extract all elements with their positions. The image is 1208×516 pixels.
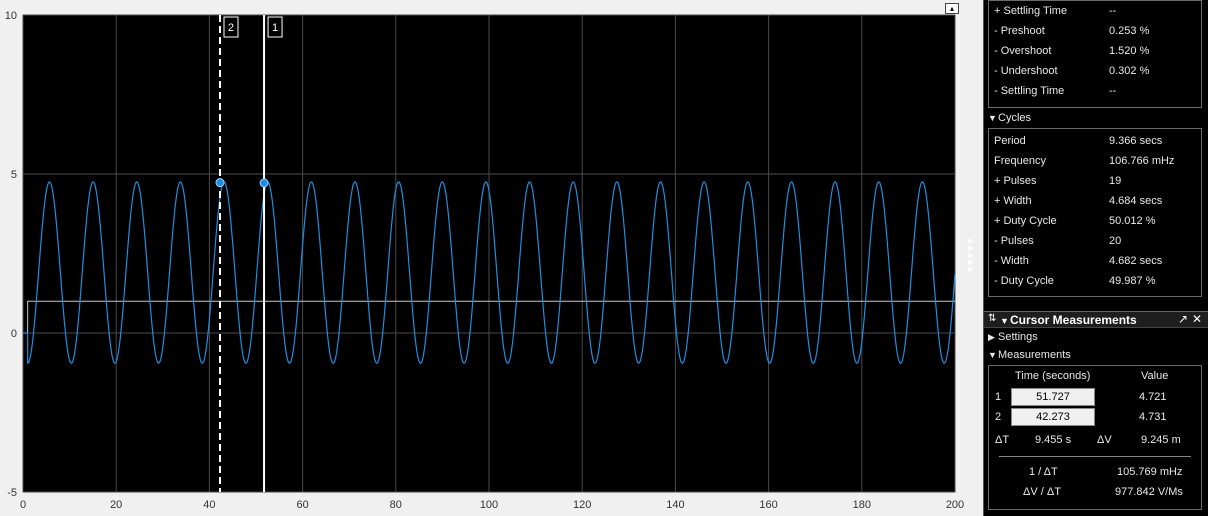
chevron-down-icon: ▼ [988,113,997,123]
measurements-panel: + Settling Time -- - Preshoot 0.253 % - Ov… [983,0,1208,516]
arrow-icon: ▶ [968,266,974,273]
dv-dt-value: 977.842 V/Ms [1115,486,1183,498]
cursor-row: 2 4.731 [989,407,1201,427]
inverse-delta-t-value: 105.769 mHz [1117,466,1183,478]
cursor-2-time-input[interactable] [1011,408,1095,426]
transitions-row: - Undershoot 0.302 % [994,65,1150,77]
chevron-right-icon: ▶ [988,332,995,342]
cursor-2-tag: 2 [228,22,234,34]
x-tick-label: 200 [946,499,964,511]
y-tick-label: -5 [7,487,17,499]
cursor-1-marker[interactable] [259,178,269,188]
scope-display: 12 0 20 40 60 80 100 120 140 160 180 200 10 5 0 -5 ▴ ▶… [0,0,983,516]
arrow-icon: ▶ [968,259,974,266]
cursor-index: 2 [995,411,1002,423]
dv-dt-label: ΔV / ΔT [1023,486,1061,498]
cycles-row: - Width 4.682 secs [994,255,1163,267]
cursor-1-tag: 1 [272,22,278,34]
y-tick-label: 5 [11,169,17,181]
pin-icon[interactable]: ⇅ [988,313,996,324]
cursor-2-marker[interactable] [215,178,225,188]
chevron-down-icon: ▼ [988,350,997,360]
dv-dt-row: ΔV / ΔT 977.842 V/Ms [989,482,1201,502]
undock-plot-button[interactable]: ▴ [945,3,959,14]
x-tick-label: 40 [203,499,215,511]
cursor-index: 1 [995,391,1002,403]
delta-t-label: ΔT [995,434,1010,446]
cycles-row: Frequency 106.766 mHz [994,155,1175,167]
transitions-row: - Overshoot 1.520 % [994,45,1150,57]
x-tick-label: 120 [573,499,591,511]
cursor-value: 4.731 [1139,411,1167,423]
cycles-row: + Duty Cycle 50.012 % [994,215,1156,227]
y-tick-label: 0 [11,328,17,340]
delta-row: ΔT 9.455 s ΔV 9.245 m [989,430,1201,450]
delta-v-label: ΔV [1097,434,1112,446]
cycles-section-header[interactable]: ▼Cycles [988,109,1031,127]
arrow-icon: ▶ [968,245,974,252]
undock-icon[interactable]: ↗ [1178,312,1188,326]
close-icon[interactable]: ✕ [1192,312,1202,326]
x-tick-label: 100 [480,499,498,511]
x-tick-label: 0 [20,499,26,511]
cursor-measurements-title[interactable]: ▼Cursor Measurements [1000,313,1137,327]
transitions-row: - Settling Time -- [994,85,1117,97]
divider [999,456,1191,457]
arrow-icon: ▶ [968,252,974,259]
cursor-row: 1 4.721 [989,387,1201,407]
measurements-section-header[interactable]: ▼Measurements [988,346,1071,364]
inverse-delta-t-label: 1 / ΔT [1029,466,1058,478]
transitions-row: - Preshoot 0.253 % [994,25,1150,37]
time-column-header: Time (seconds) [1015,370,1091,382]
cursor-measurements-box: Time (seconds) Value 1 4.721 2 4.731 ΔT … [988,365,1202,510]
delta-v-value: 9.245 m [1141,434,1181,446]
cycles-box: Period 9.366 secs Frequency 106.766 mHz + … [988,128,1202,297]
cycles-row: + Width 4.684 secs [994,195,1163,207]
transitions-box: + Settling Time -- - Preshoot 0.253 % - Ov… [988,0,1202,108]
arrow-icon: ▶ [968,238,974,245]
inverse-delta-t-row: 1 / ΔT 105.769 mHz [989,462,1201,482]
delta-t-value: 9.455 s [1035,434,1072,446]
cycles-row: Period 9.366 secs [994,135,1163,147]
cursor-value: 4.721 [1139,391,1167,403]
scope-plot: 12 0 20 40 60 80 100 120 140 160 180 2001050-5 [5,10,964,511]
x-tick-label: 80 [390,499,402,511]
x-tick-label: 180 [853,499,871,511]
cycles-row: - Duty Cycle 49.987 % [994,275,1156,287]
cycles-row: + Pulses 19 [994,175,1122,187]
y-tick-label: 10 [5,10,17,22]
cycles-row: - Pulses 20 [994,235,1122,247]
x-tick-label: 20 [110,499,122,511]
collapse-panel-toggle[interactable]: ▶ ▶ ▶ ▶ ▶ [962,238,980,278]
x-tick-label: 140 [666,499,684,511]
cursor-measurements-titlebar: ⇅ ▼Cursor Measurements ↗ ✕ [984,311,1208,328]
transitions-row: + Settling Time -- [994,5,1117,17]
x-tick-label: 160 [759,499,777,511]
cursor-1-time-input[interactable] [1011,388,1095,406]
settings-section-header[interactable]: ▶ Settings [988,328,1038,346]
value-column-header: Value [1141,370,1169,382]
x-tick-label: 60 [296,499,308,511]
chevron-down-icon: ▼ [1000,316,1009,326]
